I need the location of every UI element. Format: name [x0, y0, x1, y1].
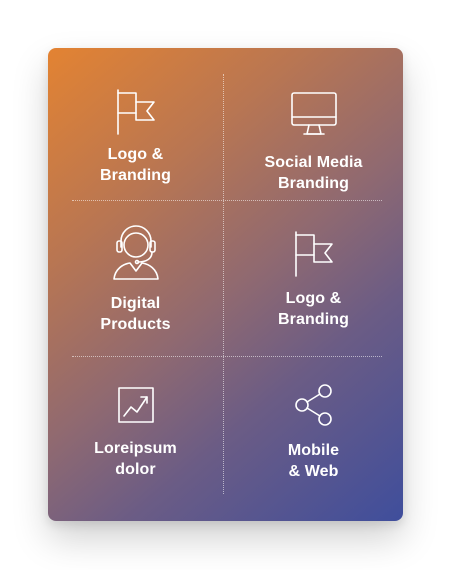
- service-label: Loreipsum dolor: [94, 440, 177, 478]
- service-tile-social-media-branding[interactable]: Social Media Branding: [226, 90, 401, 194]
- flag-icon: [116, 89, 155, 135]
- share-network-icon: [294, 384, 332, 426]
- vertical-dotted-divider: [223, 74, 224, 494]
- flag-icon: [294, 231, 333, 277]
- trend-chart-icon: [117, 387, 154, 423]
- horizontal-dotted-divider: [72, 200, 382, 201]
- service-tile-mobile-web[interactable]: Mobile & Web: [226, 382, 401, 482]
- service-label: Logo & Branding: [99, 146, 172, 184]
- service-tile-loreipsum-dolor[interactable]: Loreipsum dolor: [48, 386, 223, 480]
- service-label: Mobile & Web: [287, 442, 340, 480]
- horizontal-dotted-divider: [72, 356, 382, 357]
- service-tile-logo-branding[interactable]: Logo & Branding: [226, 230, 401, 330]
- service-tile-logo-branding[interactable]: Logo & Branding: [48, 88, 223, 186]
- service-label: Logo & Branding: [277, 290, 350, 328]
- service-label: Digital Products: [100, 295, 171, 333]
- service-label: Social Media Branding: [264, 154, 363, 192]
- monitor-icon: [290, 92, 337, 135]
- headset-support-icon: [112, 225, 159, 280]
- services-card: Logo & Branding Social Media Branding Di…: [48, 48, 403, 521]
- service-tile-digital-products[interactable]: Digital Products: [48, 223, 223, 335]
